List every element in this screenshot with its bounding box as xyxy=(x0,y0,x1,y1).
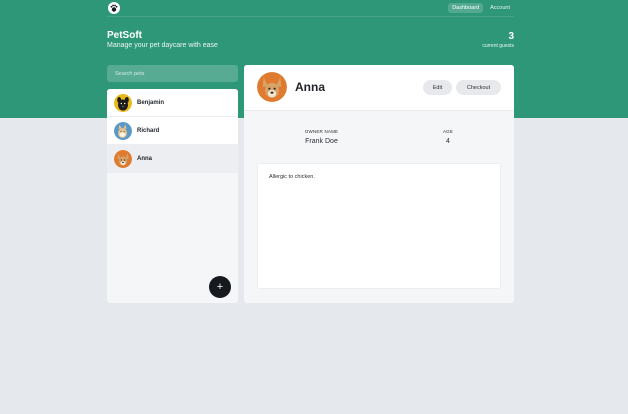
app-title: PetSoft xyxy=(107,30,142,41)
nav-link-account[interactable]: Account xyxy=(486,3,514,13)
paw-icon[interactable] xyxy=(108,2,120,14)
pet-list-item[interactable]: Benjamin xyxy=(107,89,238,117)
search-input[interactable] xyxy=(107,65,238,82)
pet-detail-name: Anna xyxy=(295,80,325,94)
pet-name: Richard xyxy=(137,127,160,134)
pet-name: Benjamin xyxy=(137,99,165,106)
pet-notes: Allergic to chicken. xyxy=(257,163,501,289)
edit-button[interactable]: Edit xyxy=(423,80,452,95)
checkout-button[interactable]: Checkout xyxy=(456,80,501,95)
pet-list: Benjamin Richard Anna xyxy=(107,89,238,303)
dog-avatar-icon xyxy=(114,93,132,112)
add-pet-button[interactable]: + xyxy=(209,276,231,298)
dog-avatar-icon xyxy=(257,72,287,102)
top-nav: Dashboard Account xyxy=(107,0,514,17)
cat-avatar-icon xyxy=(114,121,132,140)
pet-details-panel: Anna Edit Checkout OWNER NAME Frank Doe … xyxy=(244,65,514,303)
guests-label: current guests xyxy=(482,43,514,49)
dog-avatar-icon xyxy=(114,149,132,168)
pet-list-item[interactable]: Richard xyxy=(107,117,238,145)
nav-link-dashboard[interactable]: Dashboard xyxy=(448,3,484,13)
app-subtitle: Manage your pet daycare with ease xyxy=(107,42,218,49)
owner-name-value: Frank Doe xyxy=(305,138,338,145)
nav-links: Dashboard Account xyxy=(448,3,514,13)
owner-name-label: OWNER NAME xyxy=(304,129,339,134)
guests-count: 3 xyxy=(508,31,514,42)
pet-details-header: Anna Edit Checkout xyxy=(244,65,514,111)
pet-list-item-selected[interactable]: Anna xyxy=(107,145,238,173)
age-value: 4 xyxy=(446,138,450,145)
pet-name: Anna xyxy=(137,155,152,162)
age-label: AGE xyxy=(442,129,454,134)
